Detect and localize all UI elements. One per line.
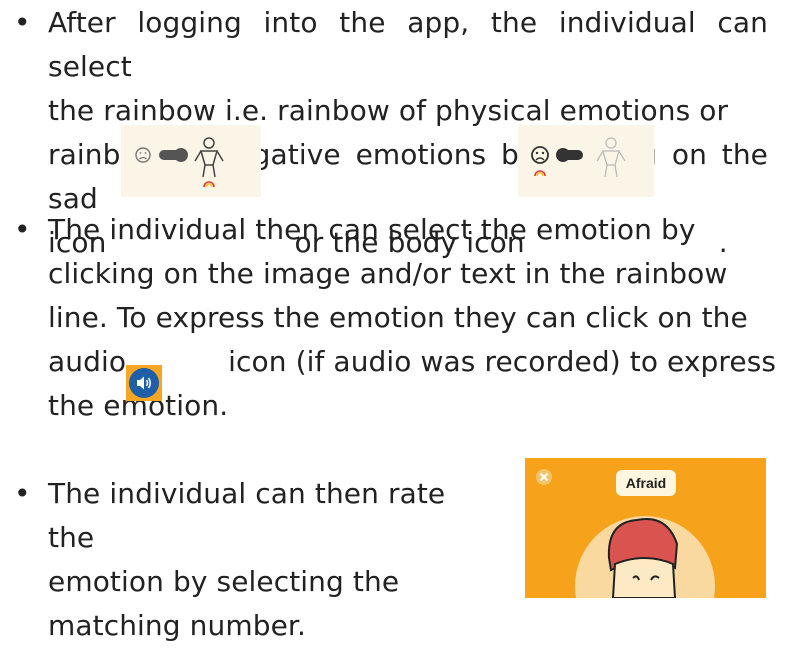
mode-toggle-sad-active[interactable] [518, 125, 654, 197]
text-line: The individual can then rate the [48, 477, 446, 554]
rainbow-icon [534, 170, 546, 177]
text-line: The individual then can select the emoti… [48, 213, 696, 246]
bullet-dot: • [14, 6, 31, 39]
speaker-icon [129, 368, 159, 398]
character-face [611, 557, 677, 598]
emotion-label: Afraid [616, 470, 676, 496]
sad-face-icon [135, 147, 151, 163]
close-icon[interactable] [536, 469, 552, 485]
text-line: matching number. [48, 609, 306, 642]
sad-face-icon [531, 146, 549, 164]
mode-toggle-body-active[interactable] [121, 125, 261, 197]
toggle-switch-icon [159, 148, 188, 162]
paragraph-rate-emotion: The individual can then rate the emotion… [48, 472, 488, 648]
toggle-illustration [531, 137, 626, 178]
emotion-card-afraid[interactable]: Afraid [525, 458, 766, 598]
text-fragment: audio [48, 345, 127, 378]
toggle-switch-icon [556, 148, 583, 162]
text-line: clicking on the image and/or text in the… [48, 257, 728, 290]
rainbow-icon [203, 181, 215, 188]
body-figure-icon [596, 137, 626, 178]
bullet-dot: • [14, 213, 31, 246]
text-fragment: icon (if audio was recorded) to express [228, 345, 777, 378]
toggle-illustration [135, 137, 224, 188]
text-line: emotion by selecting the [48, 565, 400, 598]
text-line: After logging into the app, the individu… [48, 6, 768, 83]
text-line: line. To express the emotion they can cl… [48, 301, 748, 334]
body-figure-icon [194, 137, 224, 178]
audio-play-button[interactable] [126, 365, 162, 401]
bullet-dot: • [14, 477, 31, 510]
